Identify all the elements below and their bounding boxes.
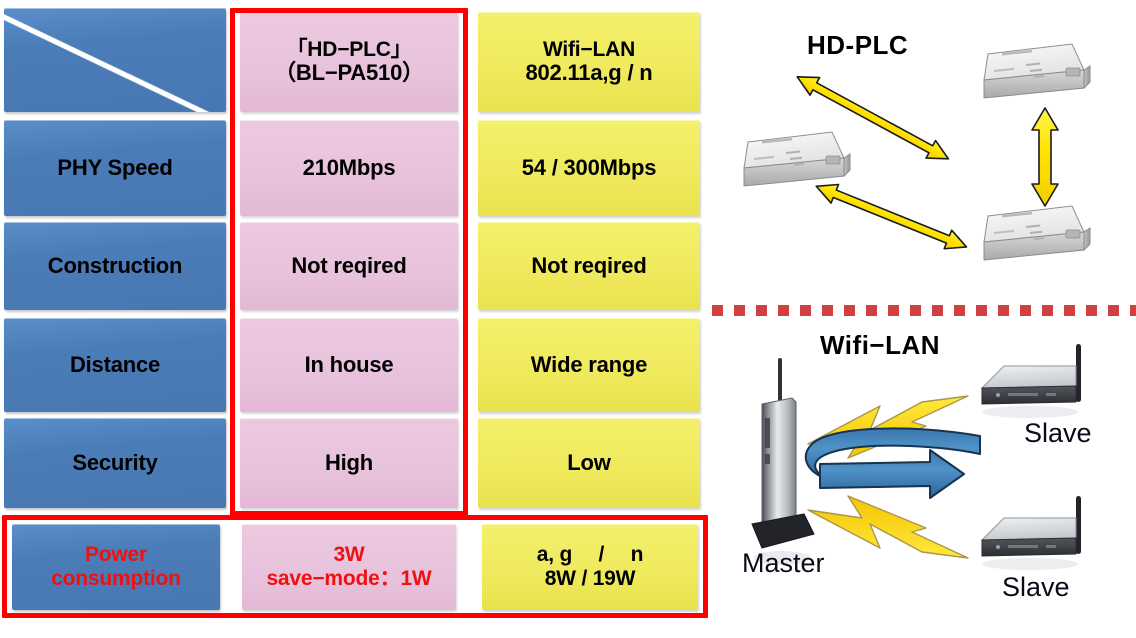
wifi-master-router: [751, 358, 815, 565]
diagonal-slash-icon: [4, 8, 226, 112]
cell-feature-3: Security: [72, 449, 158, 475]
diagram-panel: HD-PLC Wifi−LAN Master Slave Slave: [712, 0, 1136, 638]
header-wifi-line1: Wifi−LAN: [542, 37, 636, 61]
wifi-slave-bottom-label: Slave: [1002, 572, 1070, 602]
wifi-slave-bottom: [980, 496, 1081, 570]
plc-adapter-top-right: [983, 43, 1091, 99]
cell-wifi-power-line2: 8W / 19W: [544, 567, 636, 590]
cell-wifi-1: Not reqired: [531, 252, 647, 278]
plc-adapter-bottom-right: [983, 205, 1091, 261]
hdplc-topology-svg: [743, 43, 1091, 261]
arrow-left-to-bottomright: [815, 183, 968, 250]
cell-hdplc-power-line2: save−mode：1W: [266, 567, 432, 590]
table-header-wifi: Wifi−LAN 802.11a,g / n: [478, 12, 700, 112]
cell-hdplc-0: 210Mbps: [302, 154, 396, 180]
cell-feature-power-line2: consumption: [51, 567, 181, 590]
table-cell-hdplc-construction: Not reqired: [240, 222, 458, 310]
arrow-topright-to-bottomright: [1031, 107, 1059, 207]
wifi-slave-top-label: Slave: [1024, 418, 1092, 448]
table-cell-wifi-power-consumption: a, g / n 8W / 19W: [482, 524, 698, 610]
table-header-corner-blank: [4, 8, 226, 112]
table-cell-hdplc-security: High: [240, 418, 458, 508]
cell-wifi-3: Low: [567, 449, 611, 475]
table-cell-hdplc-distance: In house: [240, 318, 458, 412]
table-row-feature-security: Security: [4, 418, 226, 508]
table-row-feature-distance: Distance: [4, 318, 226, 412]
table-row-feature-phy-speed: PHY Speed: [4, 120, 226, 216]
table-cell-wifi-construction: Not reqired: [478, 222, 700, 310]
table-cell-hdplc-power-consumption: 3W save−mode：1W: [242, 524, 456, 610]
wifi-signal-bolt-lower: [807, 495, 969, 559]
cell-wifi-power-line1: a, g / n: [536, 543, 644, 567]
table-row-feature-construction: Construction: [4, 222, 226, 310]
wifi-slave-top: [980, 344, 1081, 418]
header-hdplc-line2: （BL−PA510）: [274, 60, 424, 86]
table-cell-wifi-distance: Wide range: [478, 318, 700, 412]
section-separator-dotted: [712, 305, 1136, 316]
wifi-master-label: Master: [742, 548, 825, 578]
table-cell-wifi-phy-speed: 54 / 300Mbps: [478, 120, 700, 216]
cell-hdplc-3: High: [324, 449, 374, 475]
header-wifi-line2: 802.11a,g / n: [525, 60, 653, 86]
cell-wifi-0: 54 / 300Mbps: [521, 154, 657, 180]
table-header-hdplc: 「HD−PLC」 （BL−PA510）: [240, 12, 458, 112]
cell-hdplc-1: Not reqired: [291, 252, 407, 278]
cell-hdplc-2: In house: [304, 351, 394, 377]
wifi-topology-svg: [751, 344, 1081, 570]
cell-feature-1: Construction: [47, 252, 183, 278]
table-cell-hdplc-phy-speed: 210Mbps: [240, 120, 458, 216]
cell-wifi-2: Wide range: [530, 351, 648, 377]
cell-feature-0: PHY Speed: [57, 154, 173, 180]
table-cell-wifi-security: Low: [478, 418, 700, 508]
table-row-feature-power-consumption: Power consumption: [12, 524, 220, 610]
slide-root: 「HD−PLC」 （BL−PA510） Wifi−LAN 802.11a,g /…: [0, 0, 1136, 638]
cell-hdplc-power-line1: 3W: [333, 543, 365, 567]
wifi-data-flow-arrow: [804, 427, 981, 499]
comparison-table: 「HD−PLC」 （BL−PA510） Wifi−LAN 802.11a,g /…: [0, 0, 712, 638]
plc-adapter-left: [743, 131, 851, 187]
cell-feature-power-line1: Power: [84, 543, 148, 567]
cell-feature-2: Distance: [69, 351, 161, 377]
header-hdplc-line1: 「HD−PLC」: [286, 37, 412, 61]
